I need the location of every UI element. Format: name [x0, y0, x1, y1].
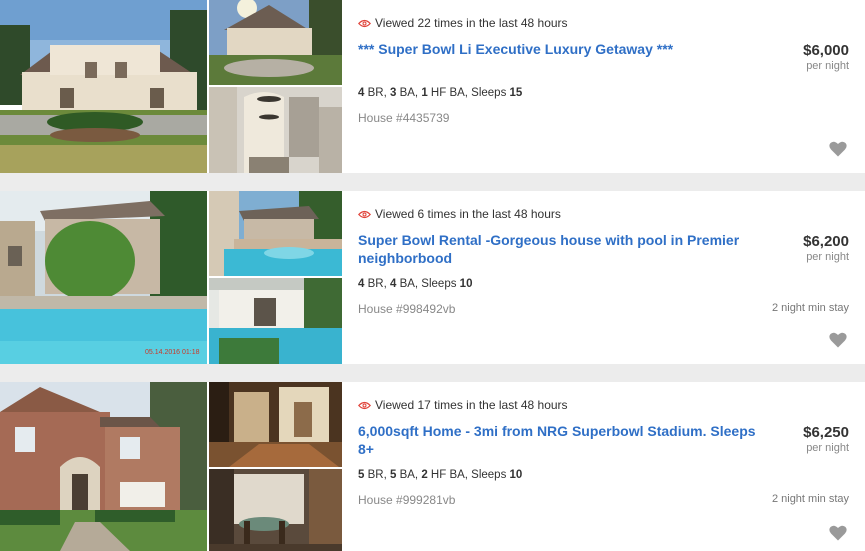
listing-specs: 4 BR, 4 BA, Sleeps 10	[358, 278, 473, 290]
favorite-heart-icon[interactable]	[829, 525, 847, 541]
listing-info: Viewed 17 times in the last 48 hours 6,0…	[342, 382, 865, 551]
main-photo[interactable]: 05.14.2016 01:18	[0, 191, 207, 364]
thumbnail-photo[interactable]	[209, 469, 342, 551]
views-notice: Viewed 22 times in the last 48 hours	[358, 16, 568, 30]
price-block: $6,200 per night	[803, 233, 849, 263]
min-stay-note: 2 night min stay	[771, 302, 849, 314]
house-id: House #998492vb	[358, 302, 456, 316]
views-text: Viewed 22 times in the last 48 hours	[375, 16, 568, 30]
eye-icon	[358, 210, 371, 218]
views-text: Viewed 17 times in the last 48 hours	[375, 398, 568, 412]
price-amount: $6,250	[803, 424, 849, 441]
price-amount: $6,200	[803, 233, 849, 250]
min-stay-note: 2 night min stay	[771, 493, 849, 505]
house-id: House #4435739	[358, 111, 450, 125]
thumbnail-photo[interactable]	[209, 278, 342, 364]
photo-gallery[interactable]	[0, 382, 342, 551]
main-photo[interactable]	[0, 0, 207, 173]
eye-icon	[358, 401, 371, 409]
listing-specs: 5 BR, 5 BA, 2 HF BA, Sleeps 10	[358, 469, 523, 481]
views-notice: Viewed 17 times in the last 48 hours	[358, 398, 568, 412]
price-period: per night	[806, 251, 849, 263]
price-amount: $6,000	[803, 42, 849, 59]
photo-gallery[interactable]	[0, 0, 342, 173]
listing-info: Viewed 22 times in the last 48 hours ***…	[342, 0, 865, 173]
thumbnail-photo[interactable]	[209, 382, 342, 467]
price-block: $6,000 per night	[803, 42, 849, 72]
listing-title-link[interactable]: Super Bowl Rental -Gorgeous house with p…	[358, 231, 758, 267]
views-notice: Viewed 6 times in the last 48 hours	[358, 207, 561, 221]
eye-icon	[358, 19, 371, 27]
listing-info: Viewed 6 times in the last 48 hours Supe…	[342, 191, 865, 364]
thumbnail-photo[interactable]	[209, 87, 342, 173]
price-block: $6,250 per night	[803, 424, 849, 454]
price-period: per night	[806, 442, 849, 454]
main-photo[interactable]	[0, 382, 207, 551]
thumbnail-photo[interactable]	[209, 0, 342, 85]
price-period: per night	[806, 60, 849, 72]
listing-card[interactable]: Viewed 17 times in the last 48 hours 6,0…	[0, 382, 865, 551]
listing-card[interactable]: 05.14.2016 01:18 Viewed 6 times in the l…	[0, 191, 865, 364]
listing-title-link[interactable]: *** Super Bowl Li Executive Luxury Getaw…	[358, 40, 758, 58]
photo-date-stamp: 05.14.2016 01:18	[145, 349, 200, 356]
listing-title-link[interactable]: 6,000sqft Home - 3mi from NRG Superbowl …	[358, 422, 758, 458]
views-text: Viewed 6 times in the last 48 hours	[375, 207, 561, 221]
favorite-heart-icon[interactable]	[829, 332, 847, 348]
thumbnail-photo[interactable]	[209, 191, 342, 276]
listing-specs: 4 BR, 3 BA, 1 HF BA, Sleeps 15	[358, 87, 523, 99]
photo-gallery[interactable]: 05.14.2016 01:18	[0, 191, 342, 364]
house-id: House #999281vb	[358, 493, 456, 507]
listing-card[interactable]: Viewed 22 times in the last 48 hours ***…	[0, 0, 865, 173]
favorite-heart-icon[interactable]	[829, 141, 847, 157]
